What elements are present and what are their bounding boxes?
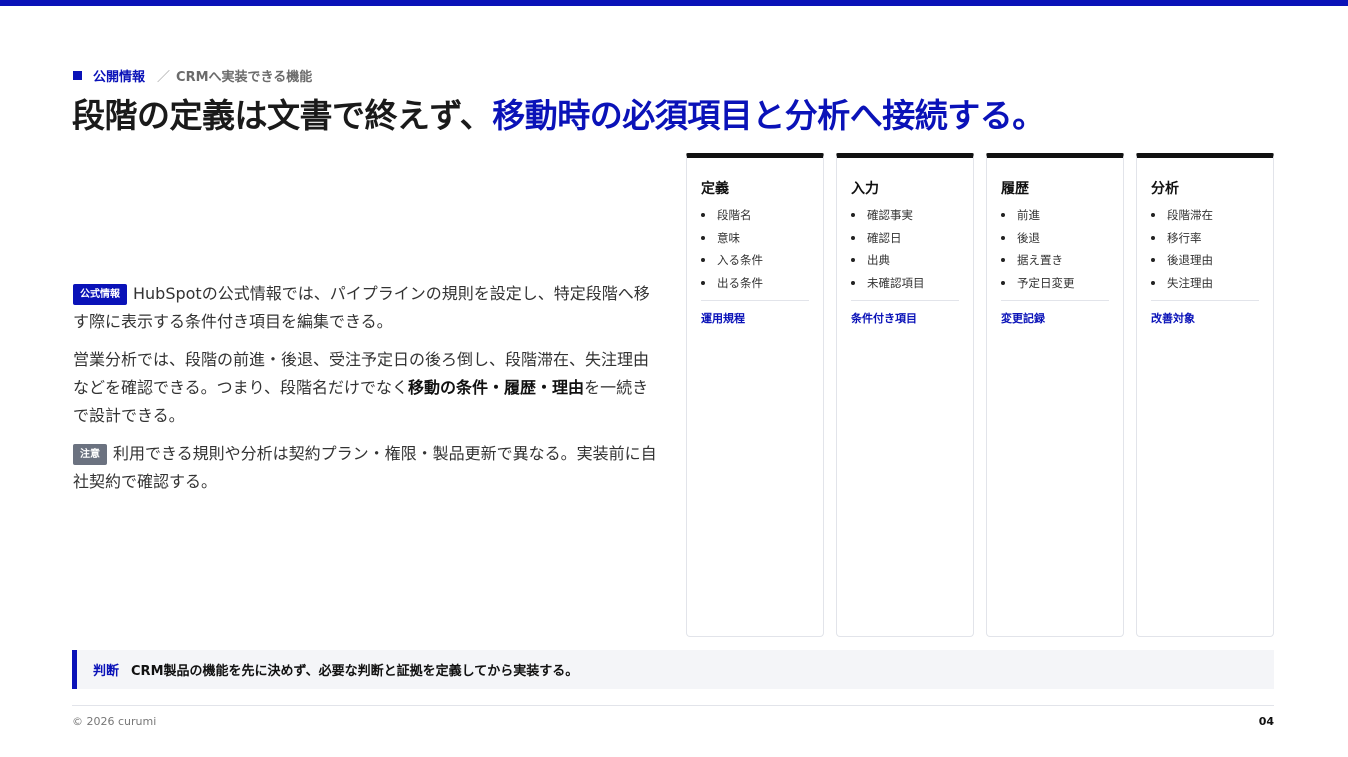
list-item-label: 前進 xyxy=(1017,208,1040,222)
list-item-label: 確認日 xyxy=(867,230,902,245)
list-item: 後退 xyxy=(1001,227,1109,250)
list-item-label: 入る条件 xyxy=(717,253,763,268)
card-history: 履歴 前進 後退 据え置き 予定日変更 変更記録 xyxy=(986,153,1124,637)
list-item: 入る条件 xyxy=(701,249,809,272)
breadcrumb-separator: ／ xyxy=(157,70,171,85)
list-item-label: 据え置き xyxy=(1017,253,1063,268)
divider xyxy=(1001,300,1109,302)
divider xyxy=(851,300,959,302)
title-accent: 移動時の必須項目と分析へ接続する。 xyxy=(492,96,1045,135)
card-definition: 定義 段階名 意味 入る条件 出る条件 運用規程 xyxy=(686,153,824,637)
footer-divider xyxy=(72,705,1274,706)
card-footer: 条件付き項目 xyxy=(851,312,917,326)
card-title: 履歴 xyxy=(1001,181,1029,197)
list-item-label: 後退 xyxy=(1017,230,1040,245)
list-item: 後退理由 xyxy=(1151,249,1259,272)
list-item: 出典 xyxy=(851,249,959,272)
list-item-label: 段階滞在 xyxy=(1167,208,1213,222)
list-item-label: 出典 xyxy=(867,253,890,268)
bullet-icon xyxy=(1001,281,1005,286)
bullet-icon xyxy=(701,235,705,240)
top-accent-bar xyxy=(0,0,1348,6)
card-list: 段階滞在 移行率 後退理由 失注理由 xyxy=(1151,204,1259,294)
paragraph-official: 公式情報 HubSpotの公式情報では、パイプラインの規則を設定し、特定段階へ移す… xyxy=(73,280,663,336)
card-list: 段階名 意味 入る条件 出る条件 xyxy=(701,204,809,294)
paragraph-analysis: 営業分析では、段階の前進・後退、受注予定日の後ろ倒し、段階滞在、失注理由などを確… xyxy=(73,346,663,430)
list-item: 確認事実 xyxy=(851,204,959,227)
card-title: 入力 xyxy=(851,181,879,197)
list-item-label: 未確認項目 xyxy=(867,275,925,290)
bullet-icon xyxy=(1001,235,1005,240)
bullet-icon xyxy=(1151,281,1155,286)
bullet-icon xyxy=(1001,258,1005,263)
paragraph-caution: 注意 利用できる規則や分析は契約プラン・権限・製品更新で異なる。実装前に自社契約で… xyxy=(73,440,663,496)
card-analysis: 分析 段階滞在 移行率 後退理由 失注理由 改善対象 xyxy=(1136,153,1274,637)
card-footer: 変更記録 xyxy=(1001,312,1045,326)
bullet-icon xyxy=(1151,235,1155,240)
list-item-label: 後退理由 xyxy=(1167,253,1213,268)
list-item-label: 移行率 xyxy=(1167,230,1202,245)
list-item-label: 失注理由 xyxy=(1167,275,1213,290)
bullet-icon xyxy=(851,235,855,240)
judgement-text: CRM製品の機能を先に決めず、必要な判断と証拠を定義してから実装する。 xyxy=(131,664,579,679)
list-item: 段階名 xyxy=(701,204,809,227)
bullet-icon xyxy=(701,213,705,218)
bullet-icon xyxy=(851,258,855,263)
list-item: 確認日 xyxy=(851,227,959,250)
paragraph-caution-text: 利用できる規則や分析は契約プラン・権限・製品更新で異なる。実装前に自社契約で確認… xyxy=(73,444,657,491)
bullet-icon xyxy=(851,281,855,286)
card-footer: 改善対象 xyxy=(1151,312,1195,326)
body-text: 公式情報 HubSpotの公式情報では、パイプラインの規則を設定し、特定段階へ移す… xyxy=(73,280,663,506)
list-item: 失注理由 xyxy=(1151,272,1259,295)
breadcrumb-section: 公開情報 xyxy=(93,70,146,85)
caution-badge: 注意 xyxy=(73,444,107,465)
card-title: 分析 xyxy=(1151,181,1179,197)
divider xyxy=(701,300,809,302)
bullet-icon xyxy=(851,213,855,218)
list-item-label: 出る条件 xyxy=(717,275,763,290)
list-item: 未確認項目 xyxy=(851,272,959,295)
copyright: © 2026 curumi xyxy=(72,715,157,728)
bullet-icon xyxy=(701,258,705,263)
page-number: 04 xyxy=(1258,715,1274,728)
list-item-label: 意味 xyxy=(717,230,740,245)
card-list: 前進 後退 据え置き 予定日変更 xyxy=(1001,204,1109,294)
judgement-callout: 判断 CRM製品の機能を先に決めず、必要な判断と証拠を定義してから実装する。 xyxy=(72,650,1274,689)
list-item-label: 予定日変更 xyxy=(1017,275,1075,290)
card-list: 確認事実 確認日 出典 未確認項目 xyxy=(851,204,959,294)
bullet-icon xyxy=(1151,258,1155,263)
paragraph-analysis-emphasis: 移動の条件・履歴・理由 xyxy=(408,378,585,397)
breadcrumb-topic: CRMへ実装できる機能 xyxy=(176,70,313,85)
list-item: 出る条件 xyxy=(701,272,809,295)
official-info-badge: 公式情報 xyxy=(73,284,127,305)
square-bullet-icon xyxy=(73,71,82,80)
breadcrumb: 公開情報 ／ CRMへ実装できる機能 xyxy=(73,66,312,85)
judgement-label: 判断 xyxy=(93,664,120,679)
bullet-icon xyxy=(1001,213,1005,218)
card-title: 定義 xyxy=(701,181,729,197)
bullet-icon xyxy=(1151,213,1155,218)
paragraph-official-text: HubSpotの公式情報では、パイプラインの規則を設定し、特定段階へ移す際に表示… xyxy=(73,284,650,331)
card-footer: 運用規程 xyxy=(701,312,745,326)
list-item: 予定日変更 xyxy=(1001,272,1109,295)
card-input: 入力 確認事実 確認日 出典 未確認項目 条件付き項目 xyxy=(836,153,974,637)
page-title: 段階の定義は文書で終えず、移動時の必須項目と分析へ接続する。 xyxy=(72,94,1045,138)
list-item: 意味 xyxy=(701,227,809,250)
divider xyxy=(1151,300,1259,302)
title-plain: 段階の定義は文書で終えず、 xyxy=(72,96,493,135)
list-item: 段階滞在 xyxy=(1151,204,1259,227)
stage-cards: 定義 段階名 意味 入る条件 出る条件 運用規程 入力 確認事実 確認日 出典 … xyxy=(686,153,1274,637)
list-item: 据え置き xyxy=(1001,249,1109,272)
list-item: 移行率 xyxy=(1151,227,1259,250)
list-item: 前進 xyxy=(1001,204,1109,227)
list-item-label: 段階名 xyxy=(717,208,752,222)
list-item-label: 確認事実 xyxy=(867,208,913,222)
bullet-icon xyxy=(701,281,705,286)
